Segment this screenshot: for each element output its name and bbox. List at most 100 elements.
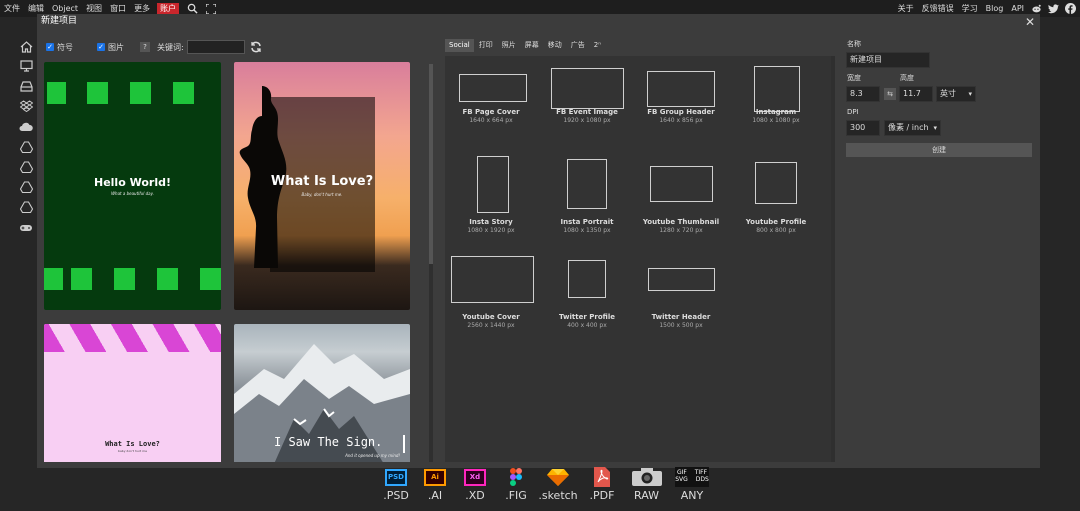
preset-name: Insta Portrait bbox=[560, 218, 614, 226]
format-ai: Ai .AI bbox=[416, 466, 454, 511]
preset-name: FB Group Header bbox=[647, 108, 715, 116]
onedrive-icon[interactable] bbox=[19, 120, 33, 134]
keyword-input[interactable] bbox=[186, 40, 245, 54]
preset-insta-story[interactable]: Insta Story 1080 x 1920 px bbox=[445, 156, 537, 246]
preset-size: 2560 x 1440 px bbox=[467, 322, 515, 329]
pdf-icon bbox=[594, 467, 610, 487]
preset-panel: Social 打印 照片 屏幕 移动 广告 2ⁿ FB Page Cover 1… bbox=[445, 38, 837, 462]
preset-fb-event-image[interactable]: FB Event Image 1920 x 1080 px bbox=[541, 56, 633, 146]
link-ratio-icon[interactable]: ⇆ bbox=[884, 88, 896, 100]
preset-youtube-profile[interactable]: Youtube Profile 800 x 800 px bbox=[730, 156, 822, 246]
google-drive-icon[interactable] bbox=[19, 180, 33, 194]
close-icon[interactable]: ✕ bbox=[1025, 15, 1035, 29]
preset-size: 1640 x 856 px bbox=[659, 117, 703, 124]
template-subtitle: Baby, don't hurt me. bbox=[301, 192, 343, 197]
new-project-dialog: 新建项目 ✕ ✓ 符号 ✓ 图片 ? 关键词: Hello World! Wha… bbox=[37, 14, 1040, 468]
google-drive-icon[interactable] bbox=[19, 140, 33, 154]
scrollbar-thumb[interactable] bbox=[429, 64, 433, 264]
format-raw: RAW bbox=[624, 466, 669, 511]
tab-mobile[interactable]: 移动 bbox=[544, 39, 566, 52]
format-sketch: .sketch bbox=[536, 466, 580, 511]
image-checkbox[interactable]: ✓ bbox=[97, 43, 105, 51]
project-name-input[interactable]: 新建项目 bbox=[846, 52, 930, 68]
preset-size: 1280 x 720 px bbox=[659, 227, 703, 234]
facebook-icon[interactable] bbox=[1065, 3, 1076, 14]
preset-instagram[interactable]: Instagram 1080 x 1080 px bbox=[730, 56, 822, 146]
monitor-icon[interactable] bbox=[19, 59, 33, 73]
preset-size: 800 x 800 px bbox=[756, 227, 796, 234]
preset-name: Twitter Profile bbox=[559, 313, 615, 321]
tab-power-of-two[interactable]: 2ⁿ bbox=[590, 39, 605, 52]
name-label: 名称 bbox=[847, 40, 861, 48]
fullscreen-icon[interactable] bbox=[206, 3, 217, 14]
width-input[interactable]: 8.3 bbox=[846, 86, 880, 102]
format-label: .PSD bbox=[383, 489, 409, 502]
dpi-label: DPI bbox=[847, 108, 859, 116]
dpi-input[interactable]: 300 bbox=[846, 120, 880, 136]
drive-icon[interactable] bbox=[19, 79, 33, 93]
account-button[interactable]: 账户 bbox=[157, 2, 180, 15]
template-card[interactable]: What Is Love? Baby, don't hurt me. bbox=[234, 62, 410, 310]
text-cursor bbox=[403, 435, 405, 453]
tab-photo[interactable]: 照片 bbox=[498, 39, 520, 52]
menu-file[interactable]: 文件 bbox=[0, 0, 24, 17]
preset-youtube-cover[interactable]: Youtube Cover 2560 x 1440 px bbox=[445, 256, 537, 346]
home-icon[interactable] bbox=[19, 40, 33, 54]
preset-size: 400 x 400 px bbox=[567, 322, 607, 329]
format-label: ANY bbox=[680, 489, 704, 502]
search-icon[interactable] bbox=[187, 3, 198, 14]
format-psd: PSD .PSD bbox=[376, 466, 416, 511]
tab-print[interactable]: 打印 bbox=[475, 39, 497, 52]
google-drive-icon[interactable] bbox=[19, 200, 33, 214]
preset-scrollbar[interactable] bbox=[831, 56, 835, 462]
preset-name: Youtube Thumbnail bbox=[642, 218, 720, 226]
gamepad-icon[interactable] bbox=[19, 221, 33, 235]
preset-twitter-profile[interactable]: Twitter Profile 400 x 400 px bbox=[541, 256, 633, 346]
width-label: 宽度 bbox=[847, 74, 861, 82]
template-card[interactable]: I Saw The Sign. And it opened up my mind… bbox=[234, 324, 410, 462]
tab-ads[interactable]: 广告 bbox=[567, 39, 589, 52]
create-button[interactable]: 创建 bbox=[846, 143, 1032, 157]
preset-twitter-header[interactable]: Twitter Header 1500 x 500 px bbox=[635, 256, 727, 346]
unit-select[interactable]: 英寸 ▾ bbox=[936, 86, 976, 102]
dpi-unit-select[interactable]: 像素 / inch ▾ bbox=[884, 120, 941, 136]
preset-name: Youtube Profile bbox=[745, 218, 807, 226]
psd-icon: PSD bbox=[385, 468, 407, 486]
sketch-icon bbox=[547, 469, 569, 486]
refresh-icon[interactable] bbox=[250, 41, 262, 53]
preset-name: Insta Story bbox=[469, 218, 513, 226]
reddit-icon[interactable] bbox=[1031, 3, 1042, 14]
dialog-title: 新建项目 bbox=[37, 14, 1040, 31]
google-drive-icon[interactable] bbox=[19, 160, 33, 174]
help-button[interactable]: ? bbox=[140, 42, 150, 52]
camera-icon bbox=[631, 468, 662, 486]
preset-youtube-thumbnail[interactable]: Youtube Thumbnail 1280 x 720 px bbox=[635, 156, 727, 246]
template-subtitle: And it opened up my mind! bbox=[345, 453, 400, 458]
format-label: .XD bbox=[465, 489, 485, 502]
preset-fb-group-header[interactable]: FB Group Header 1640 x 856 px bbox=[635, 56, 727, 146]
twitter-icon[interactable] bbox=[1048, 3, 1059, 14]
symbol-checkbox[interactable]: ✓ bbox=[46, 43, 54, 51]
dropbox-icon[interactable] bbox=[19, 99, 33, 113]
template-title: What Is Love? bbox=[105, 440, 160, 448]
template-title: What Is Love? bbox=[270, 174, 374, 189]
template-card[interactable]: Hello World! What a beautiful day. bbox=[44, 62, 221, 310]
template-scrollbar[interactable] bbox=[429, 64, 433, 462]
tab-screen[interactable]: 屏幕 bbox=[521, 39, 543, 52]
tab-social[interactable]: Social bbox=[445, 38, 474, 52]
template-card[interactable]: What Is Love? baby don't hurt me bbox=[44, 324, 221, 462]
left-toolbar bbox=[0, 17, 37, 511]
preset-grid: FB Page Cover 1640 x 664 px FB Event Ima… bbox=[445, 56, 831, 462]
template-subtitle: What a beautiful day. bbox=[111, 191, 154, 196]
height-label: 高度 bbox=[900, 74, 914, 82]
format-fig: .FIG bbox=[496, 466, 536, 511]
template-gallery: Hello World! What a beautiful day. What … bbox=[44, 62, 414, 462]
preset-size: 1920 x 1080 px bbox=[563, 117, 611, 124]
format-label: .AI bbox=[427, 489, 443, 502]
preset-fb-page-cover[interactable]: FB Page Cover 1640 x 664 px bbox=[445, 56, 537, 146]
height-input[interactable]: 11.7 bbox=[899, 86, 933, 102]
any-format-icon: GIF TIFF SVG DDS bbox=[675, 467, 709, 487]
preset-insta-portrait[interactable]: Insta Portrait 1080 x 1350 px bbox=[541, 156, 633, 246]
preset-size: 1500 x 500 px bbox=[659, 322, 703, 329]
preset-name: FB Event Image bbox=[556, 108, 618, 116]
